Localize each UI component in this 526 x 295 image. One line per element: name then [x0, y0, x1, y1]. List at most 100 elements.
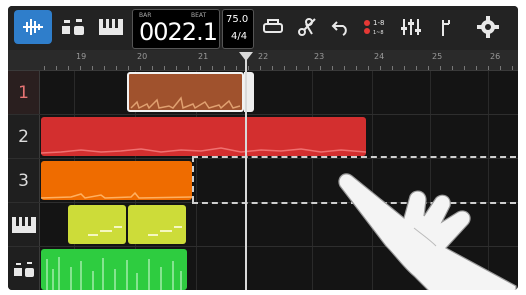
audio-clip[interactable] [40, 161, 193, 200]
clip-waveform [46, 257, 182, 290]
keyboard-icon [99, 19, 123, 35]
ruler-tick [116, 66, 117, 70]
track-header[interactable]: 2 [8, 115, 40, 158]
track-header[interactable] [8, 203, 40, 246]
playhead[interactable] [245, 58, 247, 290]
ruler-tick [260, 66, 261, 70]
clip-waveform [130, 96, 241, 110]
ruler-tick [128, 66, 129, 70]
svg-text:1-8: 1-8 [373, 19, 384, 27]
ruler-tick [404, 66, 405, 70]
settings-button[interactable] [468, 10, 508, 44]
tap-hand-icon [338, 173, 517, 290]
ruler-tick [512, 66, 513, 70]
printer-icon [263, 19, 283, 33]
ruler-label: 20 [137, 52, 148, 61]
ruler-tick [476, 66, 477, 70]
ruler-tick [284, 66, 285, 70]
ruler-label: 23 [314, 52, 325, 61]
ruler-label: 24 [374, 52, 385, 61]
track-number: 1 [18, 82, 29, 103]
print-button[interactable] [258, 10, 288, 44]
waveform-icon [23, 19, 43, 35]
selection-region-left [192, 156, 194, 202]
ruler-label: 25 [432, 52, 443, 61]
ruler-tick [380, 66, 381, 70]
daw-screen: BAR BEAT 0022.1 75.0 4/4 1-8 1~8 19 20 2… [8, 6, 518, 290]
counter-value: 0022.1 [139, 18, 218, 46]
ruler-label: 26 [490, 52, 501, 61]
tuning-fork-icon [442, 20, 450, 36]
ruler-tick [224, 66, 225, 70]
position-counter[interactable]: BAR BEAT 0022.1 [132, 9, 220, 49]
ruler-tick [440, 66, 441, 70]
midi-clip[interactable] [68, 205, 126, 244]
ruler-tick [308, 66, 309, 70]
ruler-tick [236, 66, 237, 70]
midi-notes [88, 226, 122, 236]
ruler-tick [152, 66, 153, 70]
ruler-tick [320, 66, 321, 70]
ruler-tick [272, 66, 273, 70]
undo-icon [331, 21, 347, 36]
timeline-ruler[interactable]: 19 20 21 22 23 24 25 26 [8, 50, 518, 71]
drum-clip[interactable] [41, 249, 187, 290]
ruler-tick [356, 66, 357, 70]
ruler-tick [368, 66, 369, 70]
ruler-tick [140, 66, 141, 70]
midi-clip[interactable] [128, 205, 186, 244]
drum-kit-icon [13, 261, 34, 277]
track-header[interactable]: 1 [8, 71, 40, 114]
clip-waveform [40, 147, 367, 154]
ruler-tick [332, 66, 333, 70]
track-row[interactable]: 1 [8, 71, 518, 115]
drum-kit-icon [62, 19, 84, 35]
tuner-button[interactable] [430, 10, 460, 44]
ruler-tick [452, 66, 453, 70]
ruler-tick [296, 66, 297, 70]
time-signature: 4/4 [231, 31, 248, 42]
tempo-display[interactable]: 75.0 4/4 [222, 9, 254, 49]
drum-kit-button[interactable] [56, 10, 90, 44]
waveform-button[interactable] [14, 10, 52, 44]
ruler-tick [44, 66, 45, 70]
settings-icon [477, 16, 499, 38]
ruler-label: 21 [198, 52, 209, 61]
ruler-tick [464, 66, 465, 70]
keyboard-button[interactable] [94, 10, 128, 44]
mixer-icon [401, 19, 421, 35]
scissors-icon [298, 18, 316, 36]
svg-text:1~8: 1~8 [373, 30, 384, 36]
track-header[interactable]: 3 [8, 159, 40, 202]
ruler-tick [176, 66, 177, 70]
mixer-button[interactable] [396, 10, 426, 44]
ruler-tick [212, 66, 213, 70]
ruler-tick [56, 66, 57, 70]
track-range-button[interactable]: 1-8 1~8 [360, 10, 392, 44]
ruler-tick [92, 66, 93, 70]
ruler-tick [200, 66, 201, 70]
tempo-bpm: 75.0 [226, 14, 249, 25]
ruler-tick [488, 66, 489, 70]
ruler-tick [248, 66, 249, 70]
ruler-tick [392, 66, 393, 70]
ruler-tick [80, 66, 81, 70]
track-row[interactable]: 2 [8, 115, 518, 159]
track-header[interactable] [8, 247, 40, 290]
toolbar: BAR BEAT 0022.1 75.0 4/4 1-8 1~8 [8, 6, 518, 50]
track-range-icon: 1-8 1~8 [364, 19, 384, 36]
ruler-tick [428, 66, 429, 70]
ruler-label: 19 [76, 52, 87, 61]
ruler-tick [104, 66, 105, 70]
ruler-tick [68, 66, 69, 70]
audio-clip[interactable] [40, 117, 367, 156]
audio-clip[interactable] [127, 72, 244, 112]
keyboard-icon [11, 216, 36, 233]
undo-button[interactable] [326, 10, 356, 44]
playhead-handle[interactable] [239, 52, 253, 61]
midi-notes [148, 226, 182, 236]
ruler-tick [416, 66, 417, 70]
scissors-button[interactable] [292, 10, 322, 44]
ruler-tick [188, 66, 189, 70]
ruler-tick [500, 66, 501, 70]
